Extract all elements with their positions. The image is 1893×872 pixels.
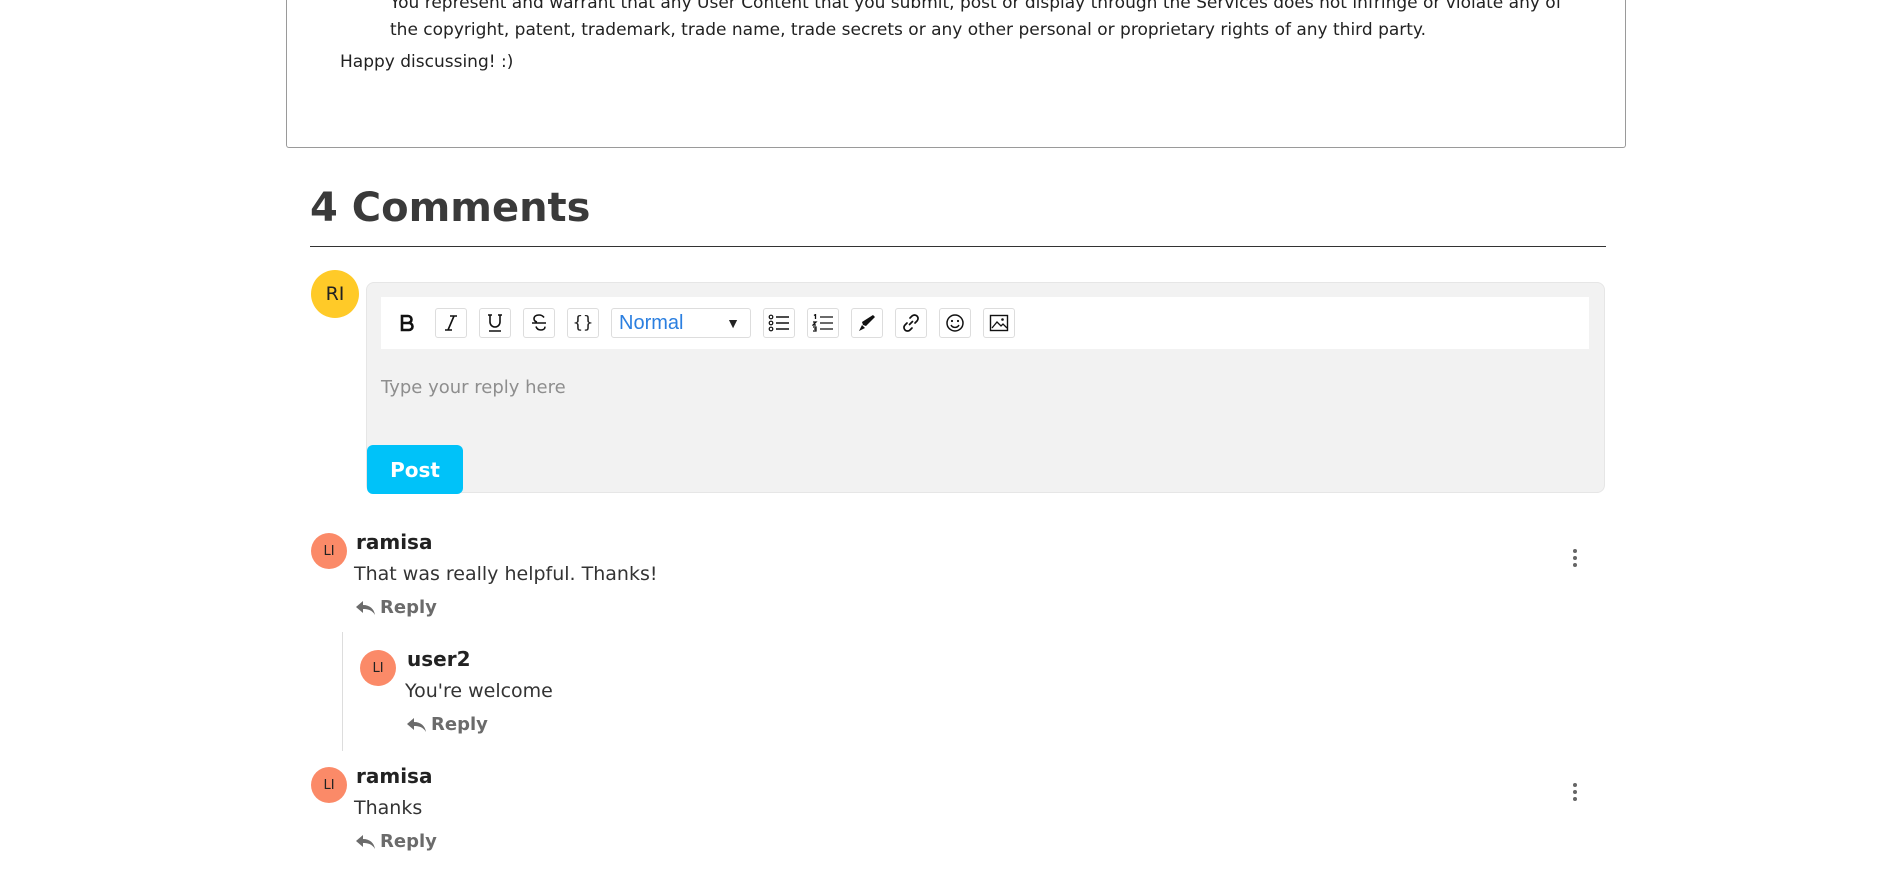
reply-arrow-icon: [356, 834, 375, 849]
comment-author[interactable]: ramisa: [356, 530, 432, 554]
chevron-down-icon: ▼: [726, 315, 740, 331]
comment-text: You're welcome: [405, 680, 553, 702]
comments-count-title: 4 Comments: [310, 185, 591, 231]
underline-button[interactable]: [479, 308, 511, 338]
post-button[interactable]: Post: [367, 445, 463, 494]
post-content-box: You represent and warrant that any User …: [286, 0, 1626, 148]
reply-button[interactable]: Reply: [354, 831, 437, 852]
comment-text: Thanks: [354, 797, 423, 819]
link-icon: [903, 314, 919, 332]
bullet-list-icon: [768, 314, 789, 332]
ordered-list-button[interactable]: [807, 308, 839, 338]
comment-text: That was really helpful. Thanks!: [354, 563, 658, 585]
current-user-avatar: RI: [311, 270, 359, 318]
more-options-icon[interactable]: [1563, 780, 1587, 804]
more-options-icon[interactable]: [1563, 546, 1587, 570]
editor-toolbar: {} Normal ▼: [381, 297, 1589, 349]
strikethrough-button[interactable]: [523, 308, 555, 338]
ordered-list-icon: [812, 314, 833, 332]
reply-editor: {} Normal ▼ Type your reply here Post: [366, 282, 1605, 494]
bullet-list-button[interactable]: [763, 308, 795, 338]
highlight-button[interactable]: [851, 308, 883, 338]
highlight-pen-icon: [859, 315, 875, 331]
avatar: LI: [311, 533, 347, 569]
code-block-icon: {}: [572, 313, 594, 333]
reply-button[interactable]: Reply: [354, 597, 437, 618]
italic-button[interactable]: [435, 308, 467, 338]
bold-button[interactable]: [391, 308, 423, 338]
reply-label: Reply: [380, 597, 437, 618]
underline-icon: [488, 314, 502, 332]
reply-button[interactable]: Reply: [405, 714, 488, 735]
reply-label: Reply: [431, 714, 488, 735]
format-select-value: Normal: [619, 311, 684, 334]
reply-arrow-icon: [407, 717, 426, 732]
post-closing-text: Happy discussing! :): [340, 52, 514, 72]
image-icon: [989, 314, 1009, 332]
comment-author[interactable]: ramisa: [356, 764, 432, 788]
image-button[interactable]: [983, 308, 1015, 338]
italic-icon: [445, 315, 457, 331]
thread-line: [342, 632, 343, 751]
code-block-button[interactable]: {}: [567, 308, 599, 338]
reply-input[interactable]: Type your reply here: [381, 377, 566, 398]
post-legal-text: You represent and warrant that any User …: [390, 0, 1562, 40]
bold-icon: [400, 314, 414, 332]
emoji-icon: [946, 314, 964, 332]
emoji-button[interactable]: [939, 308, 971, 338]
link-button[interactable]: [895, 308, 927, 338]
reply-label: Reply: [380, 831, 437, 852]
avatar: LI: [311, 767, 347, 803]
comment-author[interactable]: user2: [407, 647, 471, 671]
format-select[interactable]: Normal ▼: [611, 308, 751, 338]
title-divider: [310, 246, 1606, 247]
reply-arrow-icon: [356, 600, 375, 615]
avatar: LI: [360, 650, 396, 686]
strikethrough-icon: [532, 314, 546, 331]
